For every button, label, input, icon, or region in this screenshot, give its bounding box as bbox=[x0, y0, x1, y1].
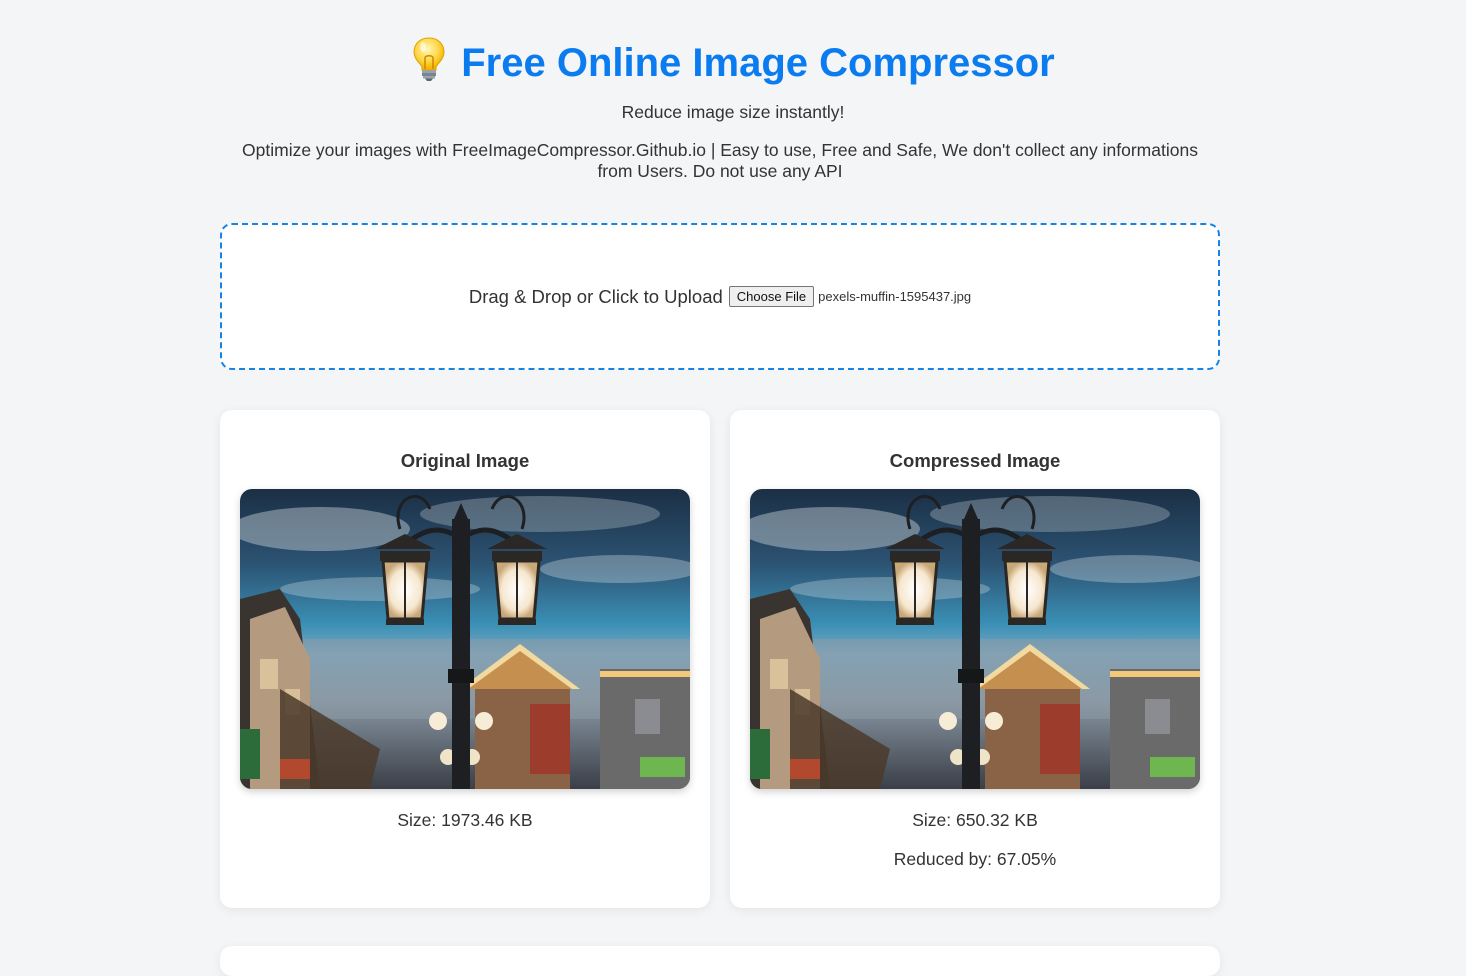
compressed-image-card: Compressed Image Size: 650.32 KB Reduced… bbox=[730, 410, 1220, 908]
original-image-card: Original Image Size: 1973.46 KB bbox=[220, 410, 710, 908]
page-subtitle: Reduce image size instantly! bbox=[621, 102, 845, 122]
next-section-card bbox=[220, 946, 1220, 976]
compressed-size-text: Size: 650.32 KB bbox=[912, 810, 1038, 830]
reduction-percentage-text: Reduced by: 67.05% bbox=[893, 849, 1057, 869]
page-title: Free Online Image Compressor bbox=[0, 36, 1466, 88]
upload-label: Drag & Drop or Click to Upload bbox=[468, 285, 723, 307]
original-image-title: Original Image bbox=[400, 450, 530, 471]
choose-file-button[interactable]: Choose File bbox=[728, 286, 815, 307]
original-image-preview bbox=[240, 489, 690, 789]
compressed-image-title: Compressed Image bbox=[889, 450, 1061, 471]
compressed-image-preview bbox=[750, 489, 1200, 789]
upload-dropzone[interactable]: Drag & Drop or Click to Upload Choose Fi… bbox=[220, 223, 1220, 370]
original-size-text: Size: 1973.46 KB bbox=[397, 810, 533, 830]
page-title-text: Free Online Image Compressor bbox=[461, 41, 1055, 85]
lightbulb-icon bbox=[411, 36, 447, 82]
page-description: Optimize your images with FreeImageCompr… bbox=[242, 140, 1198, 181]
selected-file-name: pexels-muffin-1595437.jpg bbox=[818, 289, 972, 304]
